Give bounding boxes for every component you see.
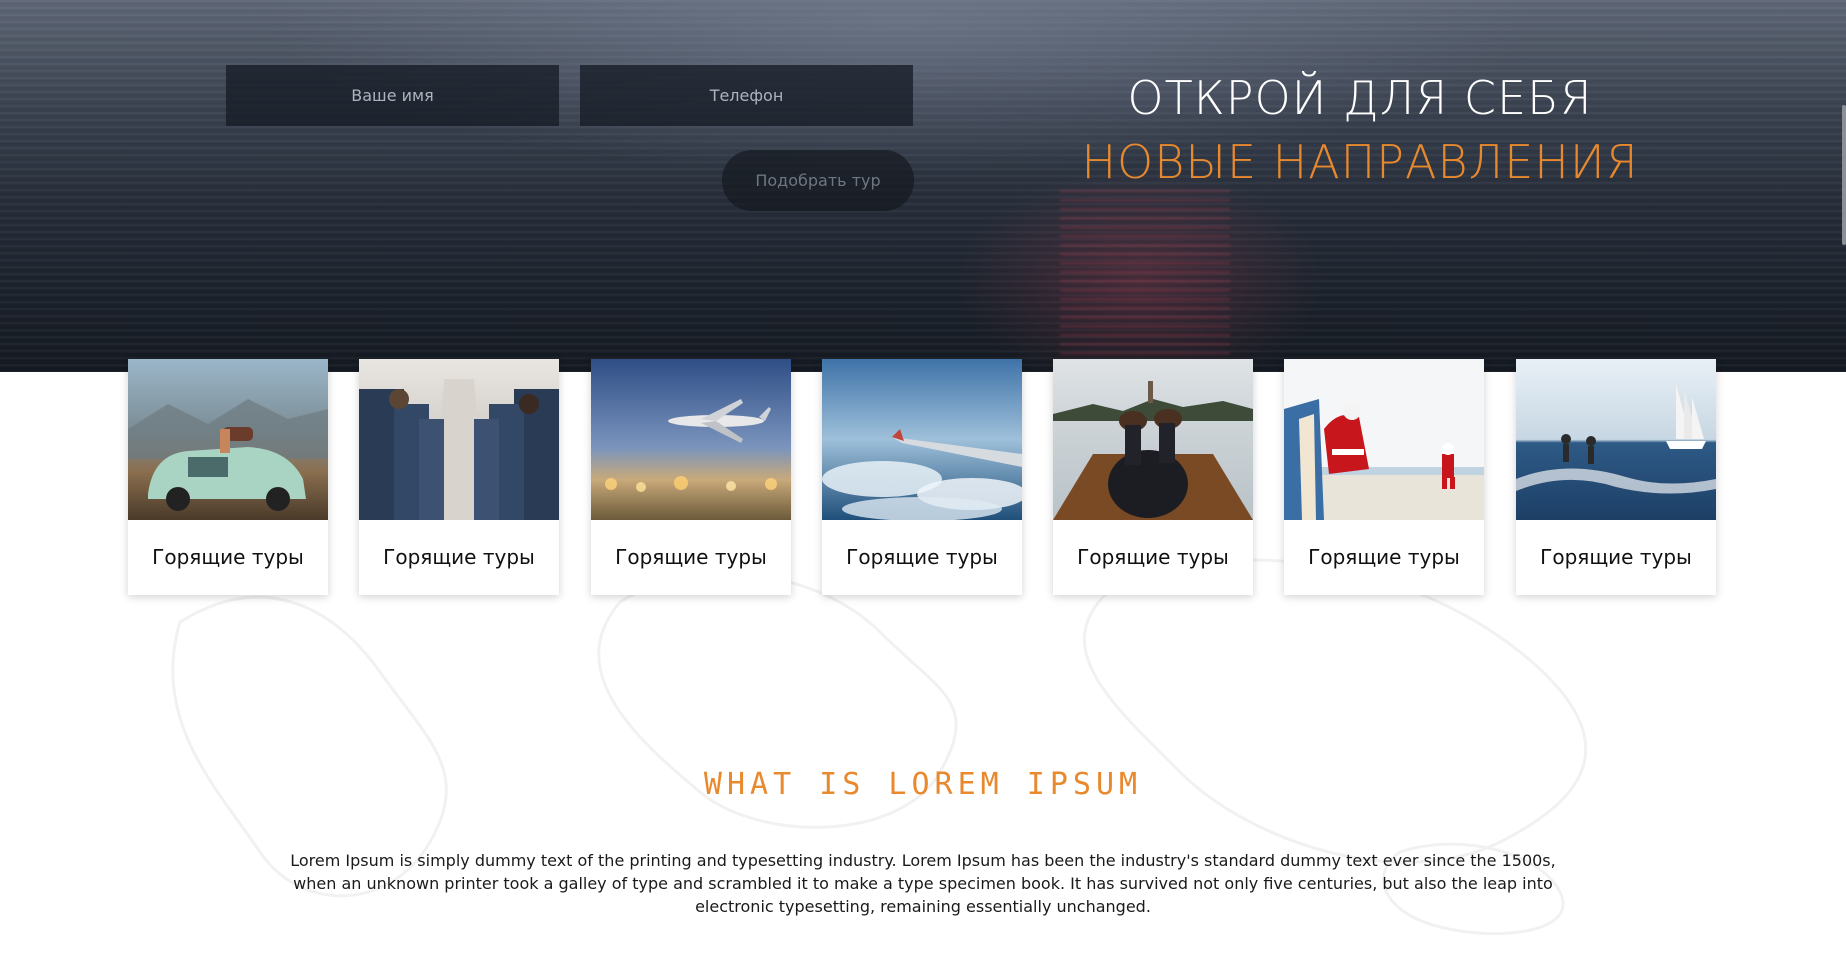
tour-card-6[interactable]: Горящие туры: [1284, 359, 1484, 595]
hero-water-reflection: [1060, 190, 1230, 372]
tour-card-image: [359, 359, 559, 520]
tour-card-title: Горящие туры: [615, 545, 767, 569]
section-description: Lorem Ipsum is simply dummy text of the …: [290, 851, 1556, 916]
page-scrollbar[interactable]: [1842, 105, 1846, 245]
tour-card-4[interactable]: Горящие туры: [822, 359, 1022, 595]
tour-card-3[interactable]: Горящие туры: [591, 359, 791, 595]
tour-card-image: [1053, 359, 1253, 520]
phone-input[interactable]: [580, 65, 913, 126]
hero-banner: Подобрать тур ОТКРОЙ ДЛЯ СЕБЯ НОВЫЕ НАПР…: [0, 0, 1846, 372]
tour-card-image: [591, 359, 791, 520]
tour-card-title: Горящие туры: [1540, 545, 1692, 569]
tour-card-title: Горящие туры: [152, 545, 304, 569]
section-title: WHAT IS LOREM IPSUM: [703, 767, 1143, 802]
headline-line-1: ОТКРОЙ ДЛЯ СЕБЯ: [1127, 71, 1593, 125]
name-input[interactable]: [226, 65, 559, 126]
tour-card-image: [1284, 359, 1484, 520]
tour-card-title: Горящие туры: [846, 545, 998, 569]
find-tour-button[interactable]: Подобрать тур: [722, 150, 914, 211]
tour-card-image: [1516, 359, 1716, 520]
tour-card-title: Горящие туры: [1077, 545, 1229, 569]
tour-card-5[interactable]: Горящие туры: [1053, 359, 1253, 595]
tour-card-title: Горящие туры: [1308, 545, 1460, 569]
hero-headline: ОТКРОЙ ДЛЯ СЕБЯ НОВЫЕ НАПРАВЛЕНИЯ: [1060, 68, 1660, 192]
tour-cards: Горящие туры Горящие туры Горящие туры Г…: [128, 359, 1716, 595]
tour-card-2[interactable]: Горящие туры: [359, 359, 559, 595]
tour-card-7[interactable]: Горящие туры: [1516, 359, 1716, 595]
headline-line-2: НОВЫЕ НАПРАВЛЕНИЯ: [1081, 135, 1639, 189]
tour-card-image: [128, 359, 328, 520]
tour-card-title: Горящие туры: [383, 545, 535, 569]
tour-card-1[interactable]: Горящие туры: [128, 359, 328, 595]
tour-card-image: [822, 359, 1022, 520]
